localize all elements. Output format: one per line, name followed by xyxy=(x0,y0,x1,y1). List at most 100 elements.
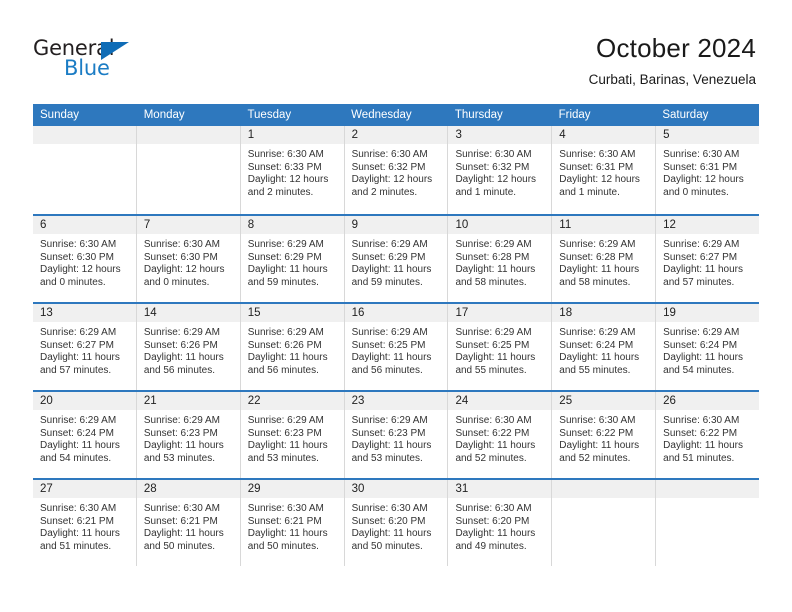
daylight-duration-line1: Daylight: 11 hours xyxy=(247,264,328,276)
day-details: Sunrise: 6:29 AM Sunset: 6:24 PM Daylight:… xyxy=(552,322,655,377)
calendar-day-cell[interactable]: 16 Sunrise: 6:29 AM Sunset: 6:25 PM Dayligh… xyxy=(344,304,449,390)
sunrise-time: Sunrise: 6:30 AM xyxy=(559,149,636,160)
calendar-day-cell[interactable]: 10 Sunrise: 6:29 AM Sunset: 6:28 PM Dayligh… xyxy=(448,216,553,302)
day-number: 13 xyxy=(33,304,136,322)
calendar-day-cell[interactable]: 22 Sunrise: 6:29 AM Sunset: 6:23 PM Dayligh… xyxy=(240,392,345,478)
calendar-day-cell[interactable]: 7 Sunrise: 6:30 AM Sunset: 6:30 PM Daylight… xyxy=(136,216,241,302)
sunset-time: Sunset: 6:27 PM xyxy=(40,339,114,351)
day-details: Sunrise: 6:30 AM Sunset: 6:22 PM Daylight:… xyxy=(552,410,655,465)
day-details: Sunrise: 6:29 AM Sunset: 6:28 PM Daylight:… xyxy=(448,234,551,289)
day-details: Sunrise: 6:30 AM Sunset: 6:22 PM Daylight:… xyxy=(656,410,759,465)
calendar-day-cell[interactable]: 28 Sunrise: 6:30 AM Sunset: 6:21 PM Dayligh… xyxy=(136,480,241,566)
calendar-day-cell[interactable]: 27 Sunrise: 6:30 AM Sunset: 6:21 PM Dayligh… xyxy=(33,480,137,566)
general-blue-logo: General Blue xyxy=(33,36,163,84)
sunset-time: Sunset: 6:20 PM xyxy=(455,515,530,527)
calendar-day-cell[interactable]: 31 Sunrise: 6:30 AM Sunset: 6:20 PM Dayligh… xyxy=(448,480,553,566)
sunrise-time: Sunrise: 6:30 AM xyxy=(143,503,221,514)
sunrise-time: Sunrise: 6:30 AM xyxy=(351,503,428,514)
daylight-duration-line2: and 56 minutes. xyxy=(143,364,216,376)
daylight-duration-line1: Daylight: 11 hours xyxy=(247,528,328,540)
daylight-duration-line2: and 58 minutes. xyxy=(559,276,631,288)
calendar-day-cell[interactable]: 20 Sunrise: 6:29 AM Sunset: 6:24 PM Dayligh… xyxy=(33,392,137,478)
sunrise-time: Sunrise: 6:30 AM xyxy=(247,503,324,514)
sunrise-time: Sunrise: 6:30 AM xyxy=(351,149,428,160)
sunrise-time: Sunrise: 6:29 AM xyxy=(143,415,221,426)
calendar-day-cell[interactable]: 2 Sunrise: 6:30 AM Sunset: 6:32 PM Daylight… xyxy=(344,126,449,214)
daylight-duration-line2: and 1 minute. xyxy=(455,186,517,198)
calendar-grid: Sunday Monday Tuesday Wednesday Thursday Frid… xyxy=(33,104,760,566)
calendar-day-cell[interactable]: 29 Sunrise: 6:30 AM Sunset: 6:21 PM Dayligh… xyxy=(240,480,345,566)
page-title: October 2024 xyxy=(596,33,756,63)
sunset-time: Sunset: 6:22 PM xyxy=(455,427,530,439)
sunset-time: Sunset: 6:32 PM xyxy=(351,161,426,173)
day-number: 9 xyxy=(344,216,448,234)
calendar-day-cell[interactable]: 17 Sunrise: 6:29 AM Sunset: 6:25 PM Dayligh… xyxy=(448,304,553,390)
calendar-day-cell[interactable]: 9 Sunrise: 6:29 AM Sunset: 6:29 PM Daylight… xyxy=(344,216,449,302)
calendar-day-cell[interactable]: 1 Sunrise: 6:30 AM Sunset: 6:33 PM Daylight… xyxy=(240,126,345,214)
sunset-time: Sunset: 6:26 PM xyxy=(247,339,322,351)
calendar-day-cell[interactable]: 21 Sunrise: 6:29 AM Sunset: 6:23 PM Dayligh… xyxy=(136,392,241,478)
sunrise-time: Sunrise: 6:30 AM xyxy=(455,149,532,160)
calendar-day-cell[interactable]: 13 Sunrise: 6:29 AM Sunset: 6:27 PM Dayligh… xyxy=(33,304,137,390)
calendar-day-cell[interactable]: 3 Sunrise: 6:30 AM Sunset: 6:32 PM Daylight… xyxy=(448,126,553,214)
sunrise-time: Sunrise: 6:30 AM xyxy=(663,149,740,160)
calendar-day-cell[interactable]: 15 Sunrise: 6:29 AM Sunset: 6:26 PM Dayligh… xyxy=(240,304,345,390)
day-number: 27 xyxy=(33,480,136,498)
sunrise-time: Sunrise: 6:29 AM xyxy=(247,415,324,426)
daylight-duration-line2: and 1 minute. xyxy=(559,186,620,198)
day-number: 31 xyxy=(448,480,552,498)
sunrise-time: Sunrise: 6:29 AM xyxy=(663,327,740,338)
daylight-duration-line2: and 0 minutes. xyxy=(40,276,106,288)
daylight-duration-line2: and 57 minutes. xyxy=(663,276,735,288)
calendar-day-cell[interactable]: 18 Sunrise: 6:29 AM Sunset: 6:24 PM Dayligh… xyxy=(552,304,657,390)
daylight-duration-line1: Daylight: 11 hours xyxy=(455,264,536,276)
calendar-day-cell[interactable]: 14 Sunrise: 6:29 AM Sunset: 6:26 PM Dayligh… xyxy=(136,304,241,390)
calendar-day-cell[interactable]: 26 Sunrise: 6:30 AM Sunset: 6:22 PM Dayligh… xyxy=(656,392,760,478)
sunrise-time: Sunrise: 6:30 AM xyxy=(143,239,221,250)
day-details: Sunrise: 6:29 AM Sunset: 6:27 PM Daylight:… xyxy=(33,322,136,377)
daylight-duration-line1: Daylight: 11 hours xyxy=(143,528,224,540)
day-number xyxy=(552,480,656,498)
day-details xyxy=(137,144,240,149)
weekday-header-row: Sunday Monday Tuesday Wednesday Thursday Frid… xyxy=(33,104,759,126)
calendar-day-cell[interactable]: 4 Sunrise: 6:30 AM Sunset: 6:31 PM Daylight… xyxy=(552,126,657,214)
calendar-week-row: 13 Sunrise: 6:29 AM Sunset: 6:27 PM Dayligh… xyxy=(33,302,760,390)
day-number: 29 xyxy=(240,480,344,498)
calendar-day-cell[interactable]: 8 Sunrise: 6:29 AM Sunset: 6:29 PM Daylight… xyxy=(240,216,345,302)
calendar-day-cell[interactable]: 5 Sunrise: 6:30 AM Sunset: 6:31 PM Daylight… xyxy=(656,126,760,214)
calendar-day-cell[interactable]: 12 Sunrise: 6:29 AM Sunset: 6:27 PM Dayligh… xyxy=(656,216,760,302)
day-details xyxy=(552,498,655,503)
daylight-duration-line2: and 52 minutes. xyxy=(455,452,527,464)
day-number: 14 xyxy=(136,304,240,322)
title-block: October 2024 Curbati, Barinas, Venezuela xyxy=(589,32,756,88)
daylight-duration-line2: and 55 minutes. xyxy=(455,364,527,376)
daylight-duration-line2: and 55 minutes. xyxy=(559,364,631,376)
sunset-time: Sunset: 6:24 PM xyxy=(663,339,738,351)
day-number: 24 xyxy=(448,392,552,410)
day-number xyxy=(656,480,760,498)
day-details: Sunrise: 6:29 AM Sunset: 6:23 PM Daylight:… xyxy=(345,410,448,465)
sunset-time: Sunset: 6:25 PM xyxy=(351,339,426,351)
day-number: 23 xyxy=(344,392,448,410)
sunset-time: Sunset: 6:31 PM xyxy=(663,161,738,173)
sunrise-time: Sunrise: 6:30 AM xyxy=(40,239,117,250)
calendar-page: General Blue October 2024 Curbati, Barin… xyxy=(0,0,792,612)
logo-text-blue: Blue xyxy=(64,56,110,80)
sunrise-time: Sunrise: 6:29 AM xyxy=(247,239,324,250)
calendar-day-cell[interactable]: 11 Sunrise: 6:29 AM Sunset: 6:28 PM Dayligh… xyxy=(552,216,657,302)
calendar-day-cell[interactable]: 24 Sunrise: 6:30 AM Sunset: 6:22 PM Dayligh… xyxy=(448,392,553,478)
calendar-day-cell[interactable]: 25 Sunrise: 6:30 AM Sunset: 6:22 PM Dayligh… xyxy=(552,392,657,478)
calendar-day-cell[interactable]: 30 Sunrise: 6:30 AM Sunset: 6:20 PM Dayligh… xyxy=(344,480,449,566)
day-details: Sunrise: 6:30 AM Sunset: 6:32 PM Daylight:… xyxy=(345,144,448,199)
day-details: Sunrise: 6:30 AM Sunset: 6:21 PM Daylight:… xyxy=(241,498,344,553)
sunset-time: Sunset: 6:27 PM xyxy=(663,251,738,263)
sunset-time: Sunset: 6:23 PM xyxy=(351,427,426,439)
daylight-duration-line2: and 50 minutes. xyxy=(143,540,216,552)
sunset-time: Sunset: 6:29 PM xyxy=(247,251,322,263)
calendar-day-cell[interactable]: 19 Sunrise: 6:29 AM Sunset: 6:24 PM Dayligh… xyxy=(656,304,760,390)
daylight-duration-line1: Daylight: 12 hours xyxy=(559,174,640,186)
sunrise-time: Sunrise: 6:30 AM xyxy=(663,415,740,426)
calendar-day-cell[interactable]: 6 Sunrise: 6:30 AM Sunset: 6:30 PM Daylight… xyxy=(33,216,137,302)
weekday-header-monday: Monday xyxy=(143,109,185,121)
calendar-day-cell[interactable]: 23 Sunrise: 6:29 AM Sunset: 6:23 PM Dayligh… xyxy=(344,392,449,478)
